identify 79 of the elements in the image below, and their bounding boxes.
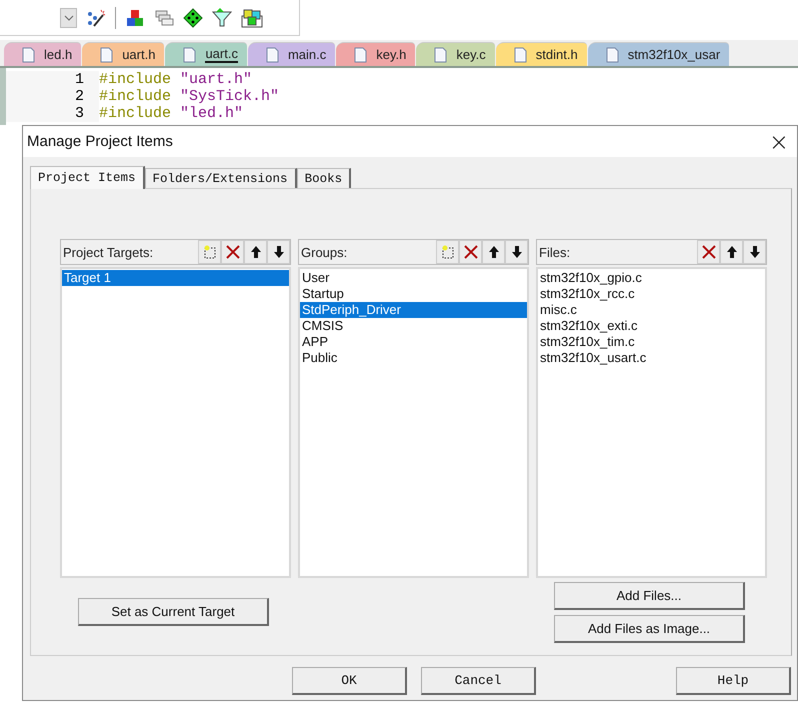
- add-files-button[interactable]: Add Files as Image...: [554, 615, 745, 643]
- pane-label: Groups:: [301, 244, 348, 260]
- file-tab[interactable]: main.c: [248, 42, 336, 66]
- code-line: #include "SysTick.h": [99, 88, 280, 105]
- file-tab[interactable]: stdint.h: [496, 42, 587, 66]
- file-icon: [606, 46, 619, 62]
- move-up-button[interactable]: [482, 240, 505, 264]
- file-tab[interactable]: stm32f10x_usar: [588, 42, 730, 66]
- blocks-icon[interactable]: [125, 8, 145, 28]
- move-down-button[interactable]: [267, 240, 290, 264]
- list-item[interactable]: stm32f10x_gpio.c: [538, 270, 765, 286]
- list-item[interactable]: Public: [300, 350, 527, 366]
- pane-label: Project Targets:: [63, 244, 154, 260]
- wand-icon[interactable]: [86, 8, 106, 28]
- list-item[interactable]: Startup: [300, 286, 527, 302]
- dialog-button[interactable]: Cancel: [421, 667, 536, 695]
- dice-icon[interactable]: [241, 8, 263, 28]
- list-item[interactable]: APP: [300, 334, 527, 350]
- arrow-up-icon: [250, 245, 262, 259]
- dialog-tab[interactable]: Project Items: [30, 166, 145, 189]
- windows-icon[interactable]: [154, 8, 174, 28]
- funnel-icon[interactable]: [212, 8, 232, 28]
- file-icon: [266, 46, 279, 62]
- delete-button[interactable]: [697, 240, 720, 264]
- arrow-down-icon: [510, 245, 522, 259]
- close-icon: [464, 245, 478, 259]
- line-number: 3: [6, 105, 99, 122]
- add-files-button[interactable]: Add Files...: [554, 582, 745, 610]
- file-icon: [22, 46, 35, 62]
- move-down-button[interactable]: [743, 240, 766, 264]
- arrow-up-icon: [488, 245, 500, 259]
- dialog-title: Manage Project Items: [27, 133, 173, 150]
- dialog-tab[interactable]: Folders/Extensions: [144, 168, 297, 188]
- list-item[interactable]: misc.c: [538, 302, 765, 318]
- pane-label: Files:: [539, 244, 570, 260]
- new-icon: [202, 245, 216, 259]
- diamond-icon[interactable]: [183, 8, 203, 28]
- new-item-button[interactable]: [198, 240, 221, 264]
- list-item[interactable]: StdPeriph_Driver: [300, 302, 527, 318]
- code-line: #include "uart.h": [99, 71, 252, 88]
- list-item[interactable]: Target 1: [62, 270, 289, 286]
- file-icon: [434, 46, 448, 62]
- arrow-down-icon: [272, 245, 284, 259]
- close-button[interactable]: ×: [760, 128, 797, 156]
- close-icon: [226, 245, 240, 259]
- arrow-down-icon: [748, 245, 760, 259]
- file-icon: [183, 46, 196, 62]
- code-line: #include "led.h": [99, 105, 244, 122]
- file-tab[interactable]: key.c: [416, 42, 495, 66]
- caret-icon: [64, 14, 74, 20]
- list-item[interactable]: stm32f10x_usart.c: [538, 350, 765, 366]
- line-number: 2: [6, 88, 99, 105]
- file-icon: [354, 46, 368, 62]
- new-icon: [440, 245, 454, 259]
- list-item[interactable]: CMSIS: [300, 318, 527, 334]
- file-icon: [514, 46, 527, 62]
- move-up-button[interactable]: [244, 240, 267, 264]
- delete-button[interactable]: [459, 240, 482, 264]
- dialog-button[interactable]: OK: [292, 667, 407, 695]
- set-target-button[interactable]: Set as Current Target: [78, 598, 269, 626]
- move-down-button[interactable]: [505, 240, 528, 264]
- dialog-button[interactable]: Help: [676, 667, 791, 695]
- arrow-up-icon: [726, 245, 738, 259]
- line-number: 1: [6, 71, 99, 88]
- list-item[interactable]: User: [300, 270, 527, 286]
- move-up-button[interactable]: [720, 240, 743, 264]
- list-item[interactable]: stm32f10x_tim.c: [538, 334, 765, 350]
- file-tab[interactable]: led.h: [4, 42, 82, 66]
- file-tab[interactable]: uart.c: [165, 42, 247, 66]
- close-icon: [702, 245, 716, 259]
- list-item[interactable]: stm32f10x_rcc.c: [538, 286, 765, 302]
- file-tab[interactable]: key.h: [336, 42, 416, 66]
- file-icon: [100, 46, 114, 62]
- file-tab[interactable]: uart.h: [82, 42, 164, 66]
- new-item-button[interactable]: [436, 240, 459, 264]
- dropdown-button[interactable]: [60, 8, 77, 28]
- list-item[interactable]: stm32f10x_exti.c: [538, 318, 765, 334]
- delete-button[interactable]: [221, 240, 244, 264]
- dialog-tab[interactable]: Books: [296, 168, 352, 188]
